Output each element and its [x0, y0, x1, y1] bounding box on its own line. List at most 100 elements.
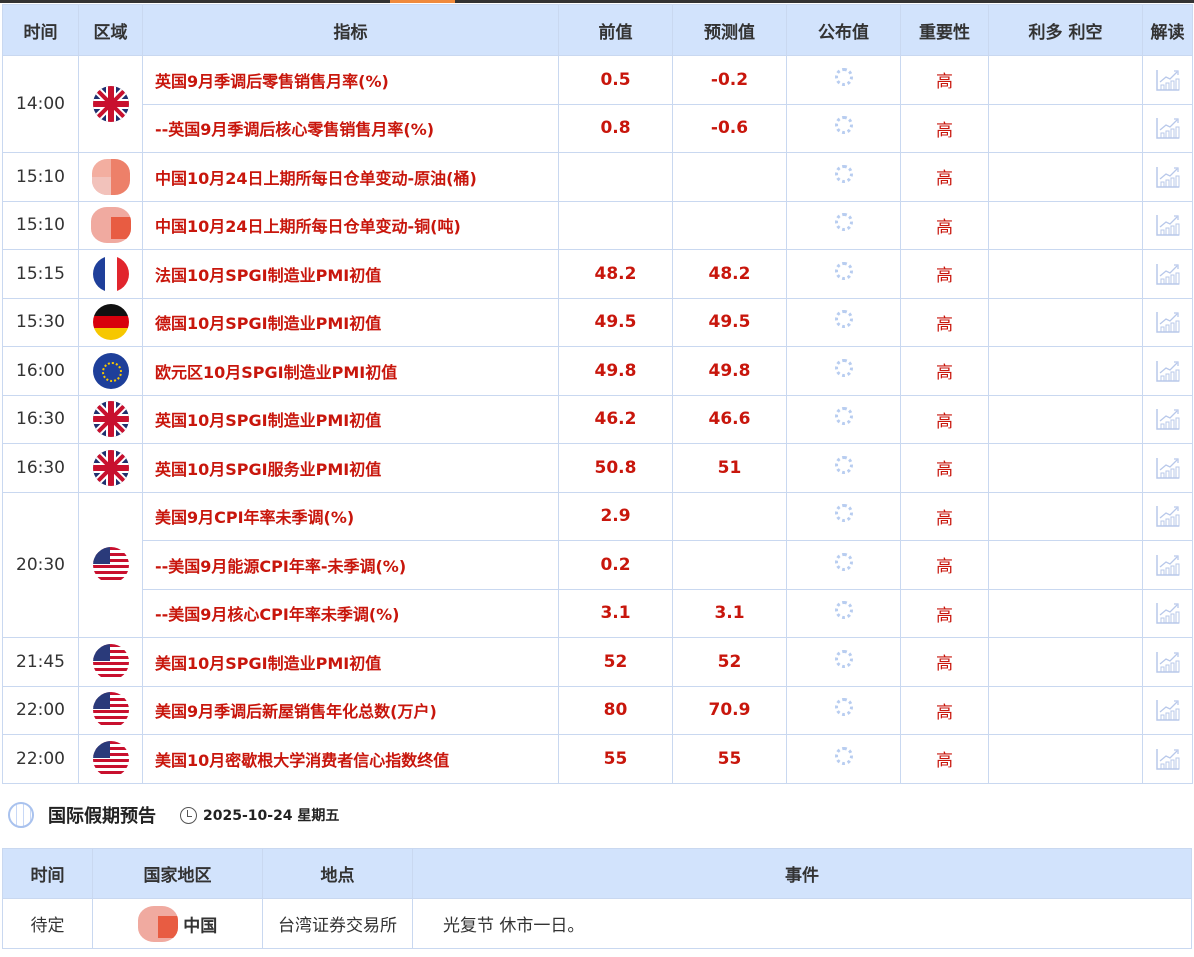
region-cell: [78, 685, 143, 735]
indicator-link[interactable]: 德国10月SPGI制造业PMI初值: [142, 297, 559, 347]
region-cell: [78, 443, 143, 493]
forecast-value: 52: [672, 637, 787, 687]
chart-analysis-icon[interactable]: [1155, 359, 1181, 383]
region-cell: [78, 152, 143, 202]
flag-eu-icon: [92, 352, 129, 389]
previous-value: 52: [558, 637, 673, 687]
chart-analysis-icon[interactable]: [1155, 116, 1181, 140]
event-time: 15:10: [2, 152, 79, 202]
table-row: 16:00 欧元区10月SPGI制造业PMI初值 49.8 49.8 高: [2, 346, 1193, 396]
previous-value: 0.5: [558, 55, 673, 105]
previous-value: [558, 152, 673, 202]
column-header: 指标: [142, 4, 559, 56]
loading-spinner-icon: [834, 261, 853, 280]
forecast-value: 55: [672, 734, 787, 784]
importance: 高: [900, 200, 989, 250]
analysis-cell[interactable]: [1142, 394, 1193, 444]
indicator-link[interactable]: 英国10月SPGI服务业PMI初值: [142, 443, 559, 493]
column-header: 重要性: [900, 4, 989, 56]
table-row: 15:15 法国10月SPGI制造业PMI初值 48.2 48.2 高: [2, 249, 1193, 299]
forecast-value: 49.5: [672, 297, 787, 347]
analysis-cell[interactable]: [1142, 200, 1193, 250]
region-cell: [78, 394, 143, 444]
impact-cell: [988, 249, 1143, 299]
previous-value: 49.5: [558, 297, 673, 347]
indicator-link[interactable]: 美国9月CPI年率未季调(%): [142, 491, 559, 541]
region-cell: [78, 734, 143, 784]
chart-analysis-icon[interactable]: [1155, 553, 1181, 577]
analysis-cell[interactable]: [1142, 734, 1193, 784]
indicator-link[interactable]: 欧元区10月SPGI制造业PMI初值: [142, 346, 559, 396]
chart-analysis-icon[interactable]: [1155, 698, 1181, 722]
holiday-place: 台湾证券交易所: [262, 898, 413, 949]
previous-value: 55: [558, 734, 673, 784]
chart-analysis-icon[interactable]: [1155, 213, 1181, 237]
indicator-link[interactable]: 英国9月季调后零售销售月率(%): [142, 55, 559, 105]
indicator-link[interactable]: 美国10月SPGI制造业PMI初值: [142, 637, 559, 687]
loading-spinner-icon: [834, 358, 853, 377]
analysis-cell[interactable]: [1142, 152, 1193, 202]
table-row: 15:30 德国10月SPGI制造业PMI初值 49.5 49.5 高: [2, 297, 1193, 347]
impact-cell: [988, 540, 1143, 590]
loading-spinner-icon: [834, 552, 853, 571]
chart-analysis-icon[interactable]: [1155, 601, 1181, 625]
impact-cell: [988, 734, 1143, 784]
chart-analysis-icon[interactable]: [1155, 650, 1181, 674]
chart-analysis-icon[interactable]: [1155, 504, 1181, 528]
analysis-cell[interactable]: [1142, 443, 1193, 493]
indicator-link[interactable]: --美国9月能源CPI年率-未季调(%): [142, 540, 559, 590]
table-row: --英国9月季调后核心零售销售月率(%) 0.8 -0.6 高: [3, 103, 1193, 153]
analysis-cell[interactable]: [1142, 540, 1193, 590]
chart-analysis-icon[interactable]: [1155, 68, 1181, 92]
flag-uk-icon: [92, 449, 129, 486]
analysis-cell[interactable]: [1142, 637, 1193, 687]
analysis-cell[interactable]: [1142, 346, 1193, 396]
column-header: 前值: [558, 4, 673, 56]
analysis-cell[interactable]: [1142, 685, 1193, 735]
importance: 高: [900, 685, 989, 735]
chart-analysis-icon[interactable]: [1155, 456, 1181, 480]
indicator-link[interactable]: 美国9月季调后新屋销售年化总数(万户): [142, 685, 559, 735]
indicator-link[interactable]: 法国10月SPGI制造业PMI初值: [142, 249, 559, 299]
analysis-cell[interactable]: [1142, 588, 1193, 638]
event-time: 15:10: [2, 200, 79, 250]
impact-cell: [988, 55, 1143, 105]
flag-us-icon: [92, 546, 129, 583]
chart-analysis-icon[interactable]: [1155, 747, 1181, 771]
chart-analysis-icon[interactable]: [1155, 407, 1181, 431]
importance: 高: [900, 394, 989, 444]
flag-cn-icon: [137, 905, 178, 942]
chart-analysis-icon[interactable]: [1155, 310, 1181, 334]
region-cell: [78, 55, 143, 153]
forecast-value: 48.2: [672, 249, 787, 299]
chart-analysis-icon[interactable]: [1155, 165, 1181, 189]
previous-value: 0.2: [558, 540, 673, 590]
region-cell: [78, 249, 143, 299]
chart-analysis-icon[interactable]: [1155, 262, 1181, 286]
table-header: 时间 国家地区 地点 事件: [2, 848, 1192, 899]
event-time: 14:00: [2, 55, 79, 153]
indicator-link[interactable]: --美国9月核心CPI年率未季调(%): [142, 588, 559, 638]
indicator-link[interactable]: --英国9月季调后核心零售销售月率(%): [142, 103, 559, 153]
table-row: --美国9月核心CPI年率未季调(%) 3.1 3.1 高: [3, 588, 1193, 638]
column-header: 利多 利空: [988, 4, 1143, 56]
flag-cn-icon: [91, 158, 130, 195]
forecast-value: 51: [672, 443, 787, 493]
column-header: 时间: [2, 848, 93, 899]
event-time: 21:45: [2, 637, 79, 687]
forecast-value: -0.2: [672, 55, 787, 105]
analysis-cell[interactable]: [1142, 103, 1193, 153]
analysis-cell[interactable]: [1142, 249, 1193, 299]
event-time: 16:00: [2, 346, 79, 396]
indicator-link[interactable]: 美国10月密歇根大学消费者信心指数终值: [142, 734, 559, 784]
indicator-link[interactable]: 英国10月SPGI制造业PMI初值: [142, 394, 559, 444]
table-row: 16:30 英国10月SPGI服务业PMI初值 50.8 51 高: [2, 443, 1193, 493]
analysis-cell[interactable]: [1142, 55, 1193, 105]
analysis-cell[interactable]: [1142, 491, 1193, 541]
region-cell: [78, 297, 143, 347]
table-row: 21:45 美国10月SPGI制造业PMI初值 52 52 高: [2, 637, 1193, 687]
analysis-cell[interactable]: [1142, 297, 1193, 347]
indicator-link[interactable]: 中国10月24日上期所每日仓单变动-铜(吨): [142, 200, 559, 250]
holiday-event: 光复节 休市一日。: [412, 898, 1192, 949]
indicator-link[interactable]: 中国10月24日上期所每日仓单变动-原油(桶): [142, 152, 559, 202]
